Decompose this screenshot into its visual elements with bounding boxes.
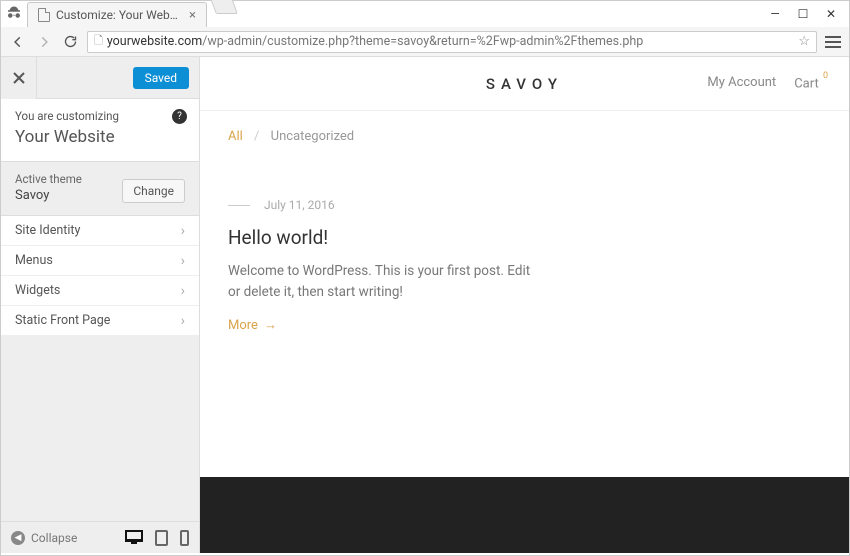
my-account-link[interactable]: My Account: [707, 75, 776, 90]
browser-tab[interactable]: Customize: Your Website ×: [27, 2, 207, 27]
site-footer: [200, 477, 849, 553]
chevron-right-icon: ›: [181, 313, 185, 329]
help-icon[interactable]: ?: [172, 109, 187, 124]
panel-widgets[interactable]: Widgets ›: [1, 276, 199, 306]
url-host: yourwebsite.com: [107, 34, 202, 49]
cart-count: 0: [823, 71, 828, 81]
panel-label: Site Identity: [15, 223, 80, 238]
device-phone-button[interactable]: [180, 530, 189, 546]
browser-titlebar: Customize: Your Website × — ☐ ✕: [1, 1, 849, 27]
page-info-icon[interactable]: 🗋: [94, 32, 103, 51]
preview-pane: SAVOY My Account Cart 0 All / Uncategori…: [200, 57, 849, 553]
window-minimize-button[interactable]: —: [761, 4, 789, 24]
save-button[interactable]: Saved: [133, 67, 189, 89]
panel-menus[interactable]: Menus ›: [1, 246, 199, 276]
window-close-button[interactable]: ✕: [817, 4, 845, 24]
collapse-icon: ◀: [11, 531, 25, 545]
post-date: July 11, 2016: [264, 198, 335, 212]
panel-label: Menus: [15, 253, 53, 268]
device-desktop-button[interactable]: [125, 530, 143, 542]
back-button[interactable]: [9, 33, 27, 51]
site-name: Your Website: [15, 127, 185, 147]
arrow-right-icon: →: [264, 318, 277, 333]
url-path: /wp-admin/customize.php?theme=savoy&retu…: [202, 34, 643, 49]
crumb-all[interactable]: All: [228, 129, 243, 144]
reload-button[interactable]: [61, 33, 79, 51]
customizer-footer: ◀ Collapse: [1, 521, 199, 553]
customizer-top-bar: Saved: [1, 57, 199, 99]
browser-menu-button[interactable]: [825, 34, 841, 50]
post-card: July 11, 2016 Hello world! Welcome to Wo…: [200, 148, 560, 333]
window-maximize-button[interactable]: ☐: [789, 4, 817, 24]
bookmark-star-icon[interactable]: ☆: [798, 34, 810, 49]
post-date-row: July 11, 2016: [228, 198, 532, 212]
post-excerpt: Welcome to WordPress. This is your first…: [228, 261, 532, 303]
crumb-current[interactable]: Uncategorized: [271, 129, 354, 144]
panel-static-front-page[interactable]: Static Front Page ›: [1, 306, 199, 336]
chevron-right-icon: ›: [181, 253, 185, 269]
active-theme-name: Savoy: [15, 188, 82, 203]
new-tab-button[interactable]: [210, 0, 238, 14]
crumb-separator: /: [254, 129, 259, 144]
active-theme-label: Active theme: [15, 172, 82, 186]
incognito-icon: [1, 1, 27, 27]
url-bar[interactable]: 🗋 yourwebsite.com/wp-admin/customize.php…: [87, 31, 817, 53]
chevron-right-icon: ›: [181, 283, 185, 299]
sidebar-spacer: [1, 336, 199, 521]
chevron-right-icon: ›: [181, 223, 185, 239]
content-area: Saved You are customizing Your Website ?…: [1, 57, 849, 553]
breadcrumb: All / Uncategorized: [200, 111, 849, 148]
change-theme-button[interactable]: Change: [122, 179, 185, 203]
site-header: SAVOY My Account Cart 0: [200, 57, 849, 111]
active-theme-section: Active theme Savoy Change: [1, 162, 199, 216]
customizing-label: You are customizing: [15, 109, 185, 123]
tab-title: Customize: Your Website: [56, 8, 183, 22]
customizer-sidebar: Saved You are customizing Your Website ?…: [1, 57, 200, 553]
device-preview-toggle: [125, 530, 189, 546]
forward-button[interactable]: [35, 33, 53, 51]
collapse-sidebar-button[interactable]: ◀ Collapse: [11, 531, 77, 545]
panel-label: Static Front Page: [15, 313, 110, 328]
read-more-link[interactable]: More→: [228, 317, 532, 333]
close-customizer-button[interactable]: [1, 57, 37, 99]
header-links: My Account Cart 0: [707, 75, 827, 91]
date-line-decoration: [228, 205, 250, 206]
browser-navbar: 🗋 yourwebsite.com/wp-admin/customize.php…: [1, 27, 849, 57]
collapse-label: Collapse: [31, 531, 77, 545]
post-title[interactable]: Hello world!: [228, 226, 532, 249]
customizer-panel-list: Site Identity › Menus › Widgets › Static…: [1, 216, 199, 336]
page-icon: [38, 8, 50, 22]
site-logo[interactable]: SAVOY: [486, 75, 563, 93]
panel-site-identity[interactable]: Site Identity ›: [1, 216, 199, 246]
customizer-info: You are customizing Your Website ?: [1, 99, 199, 162]
tab-close-icon[interactable]: ×: [189, 8, 196, 23]
device-tablet-button[interactable]: [155, 530, 168, 546]
cart-link[interactable]: Cart 0: [794, 75, 827, 91]
panel-label: Widgets: [15, 283, 60, 298]
